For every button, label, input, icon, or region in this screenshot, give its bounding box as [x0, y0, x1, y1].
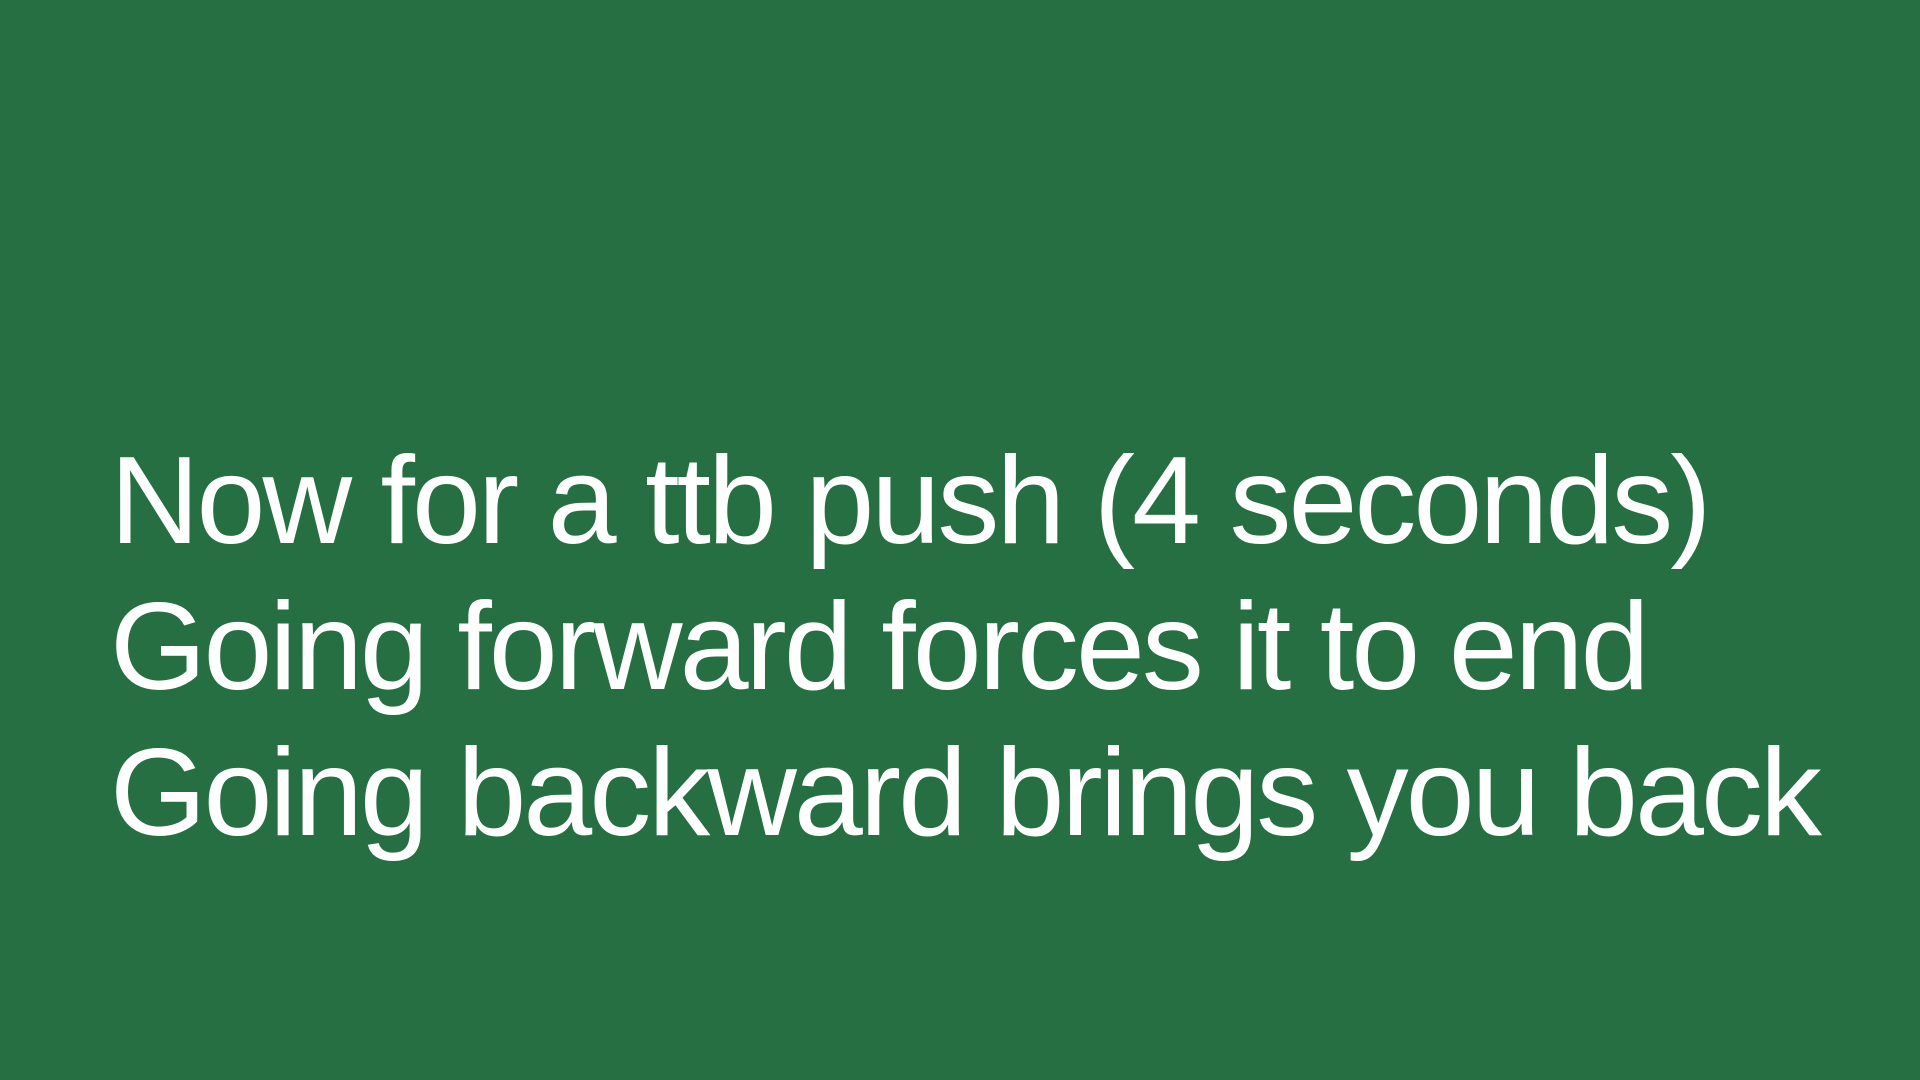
slide-text-line-1: Now for a ttb push (4 seconds)	[110, 432, 1712, 570]
slide: Now for a ttb push (4 seconds) Going for…	[0, 0, 1920, 1080]
slide-text-line-3: Going backward brings you back	[110, 724, 1822, 862]
slide-text-block: Now for a ttb push (4 seconds) Going for…	[110, 428, 1890, 866]
slide-text-line-2: Going forward forces it to end	[110, 578, 1650, 716]
